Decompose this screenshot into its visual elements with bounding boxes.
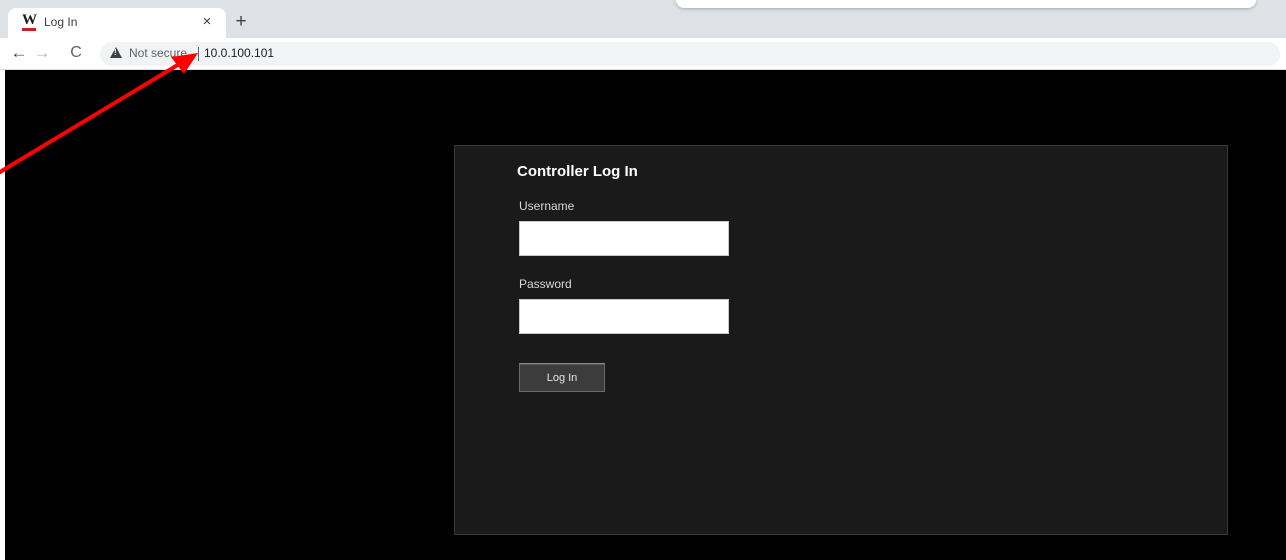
reload-icon[interactable]: C: [64, 41, 88, 65]
url-text[interactable]: 10.0.100.101: [204, 46, 274, 60]
page-content: Controller Log In Username Password Log …: [5, 70, 1286, 560]
forward-arrow-icon[interactable]: →: [30, 41, 54, 65]
new-tab-plus-icon[interactable]: +: [229, 10, 253, 34]
login-panel: Controller Log In Username Password Log …: [454, 145, 1228, 535]
username-label: Username: [519, 199, 575, 213]
omnibox-divider: [198, 47, 199, 61]
tab-strip: W Log In × +: [0, 0, 1286, 38]
tab-close-icon[interactable]: ×: [196, 11, 218, 33]
warning-triangle-icon[interactable]: [110, 47, 122, 58]
site-favicon-icon: W: [22, 12, 37, 31]
tab-title: Log In: [44, 15, 78, 29]
browser-toolbar: ← → C Not secure 10.0.100.101: [0, 38, 1286, 70]
password-input[interactable]: [519, 299, 729, 334]
password-label: Password: [519, 277, 572, 291]
browser-tab-log-in[interactable]: W Log In ×: [8, 8, 226, 38]
back-arrow-icon[interactable]: ←: [7, 41, 31, 65]
address-bar[interactable]: Not secure 10.0.100.101: [100, 42, 1280, 66]
username-input[interactable]: [519, 221, 729, 256]
window-edge-overlay: [676, 0, 1256, 8]
login-title: Controller Log In: [517, 163, 638, 180]
log-in-button[interactable]: Log In: [519, 363, 605, 392]
not-secure-label[interactable]: Not secure: [129, 46, 187, 60]
